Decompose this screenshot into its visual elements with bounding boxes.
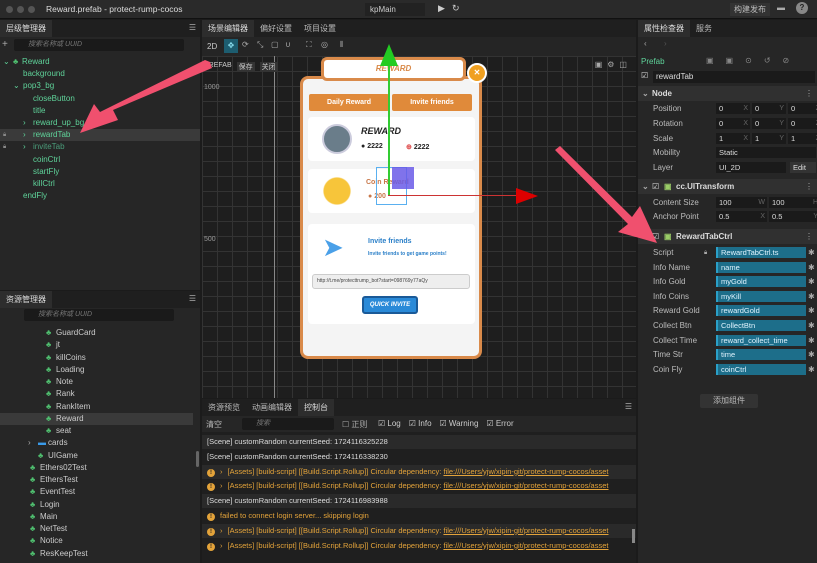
annotation-overlay bbox=[80, 60, 657, 243]
annotation-arrow bbox=[555, 146, 657, 243]
annotation-arrow bbox=[80, 60, 212, 133]
